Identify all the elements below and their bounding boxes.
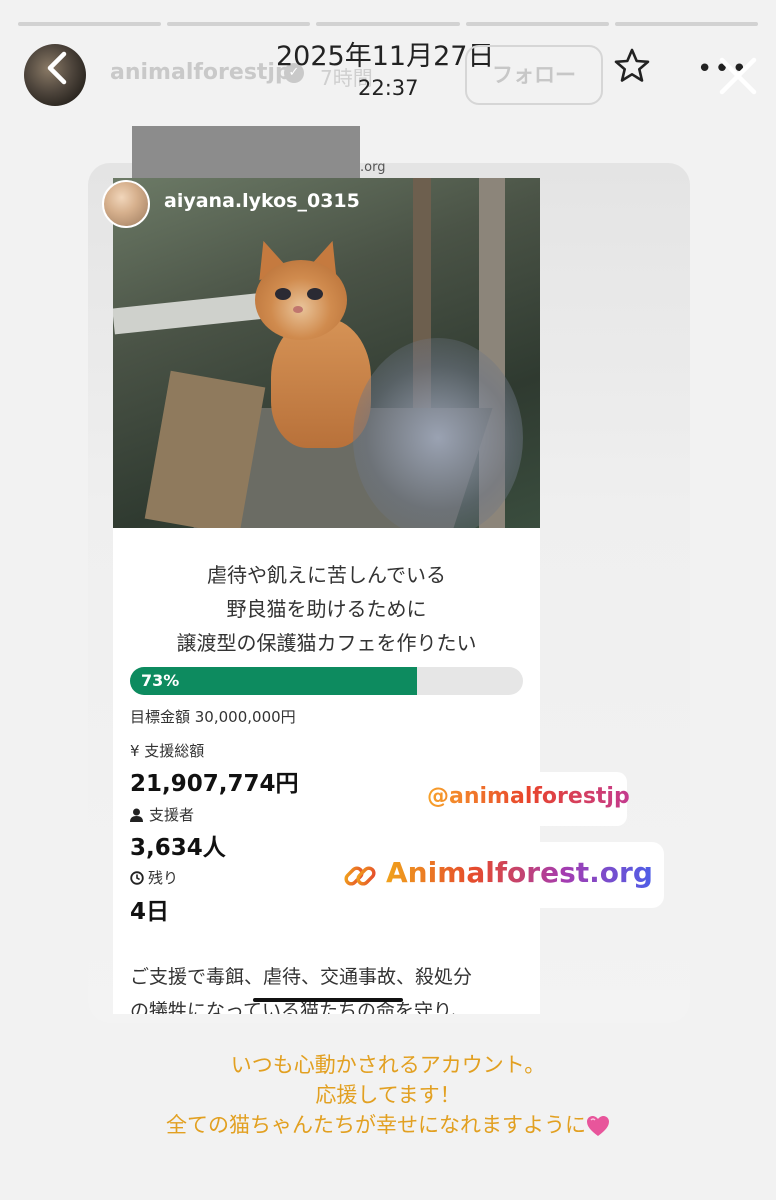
campaign-headline: 虐待や飢えに苦しんでいる 野良猫を助けるために 譲渡型の保護猫カフェを作りたい [113,558,540,660]
screenshot-time: 22:37 [358,76,419,100]
redaction-box [132,126,360,180]
heart-icon [587,1116,609,1136]
crowdfunding-panel: 虐待や飢えに苦しんでいる 野良猫を助けるために 譲渡型の保護猫カフェを作りたい … [113,528,540,1014]
mention-sticker[interactable]: @animalforestjp [415,772,630,826]
remaining-value: 4日 [130,899,170,925]
goal-amount: 目標金額 30,000,000円 [130,708,296,726]
back-arrow-icon[interactable] [38,48,78,88]
person-icon [130,808,143,822]
story-header: animalforestjp ✓ 7時間 2025年11月27日 22:37 フ… [0,0,776,120]
screenshot-date: 2025年11月27日 [276,41,495,72]
home-indicator [253,998,403,1002]
close-icon[interactable] [716,54,760,98]
caption-line-with-heart: 全ての猫ちゃんたちが幸せになれますように [0,1110,776,1140]
mention-text: @animalforestjp [427,784,630,809]
star-icon[interactable] [612,46,652,86]
remaining-row: 残り [130,867,178,888]
caption-line: いつも心動かされるアカウント。 [230,1053,546,1077]
total-value: 21,907,774円 [130,771,299,797]
caption-line: 応援してます！ [315,1083,461,1107]
description-line: の犠牲になっている猫たちの命を守り、 [130,1000,471,1014]
embedded-avatar [102,180,150,228]
caption-line: 全ての猫ちゃんたちが幸せになれますように [166,1113,586,1137]
domain-fragment: .org [360,160,386,175]
headline-line: 虐待や飢えに苦しんでいる [207,563,446,587]
total-label: ¥ 支援総額 [130,742,205,760]
funding-progress-bar: 73% [130,667,523,695]
headline-line: 譲渡型の保護猫カフェを作りたい [176,631,477,655]
link-icon [344,866,376,886]
campaign-description: ご支援で毒餌、虐待、交通事故、殺処分 の犠牲になっている猫たちの命を守り、 [130,960,530,1014]
headline-line: 野良猫を助けるために [226,597,427,621]
username[interactable]: animalforestjp [110,60,291,85]
story-caption: いつも心動かされるアカウント。 応援してます！ 全ての猫ちゃんたちが幸せになれま… [0,1050,776,1140]
remaining-label: 残り [148,869,179,887]
supporters-label: 支援者 [149,806,195,824]
follow-button[interactable]: フォロー [465,45,603,105]
embedded-account-name: aiyana.lykos_0315 [164,190,360,212]
description-line: ご支援で毒餌、虐待、交通事故、殺処分 [130,966,473,988]
clock-icon [130,871,144,885]
funding-percent: 73% [141,671,180,690]
supporters-row: 支援者 [130,804,194,825]
link-text: Animalforest.org [386,856,653,889]
supporters-value: 3,634人 [130,835,226,861]
kitten-photo [113,178,540,528]
link-sticker[interactable]: Animalforest.org [330,842,664,908]
